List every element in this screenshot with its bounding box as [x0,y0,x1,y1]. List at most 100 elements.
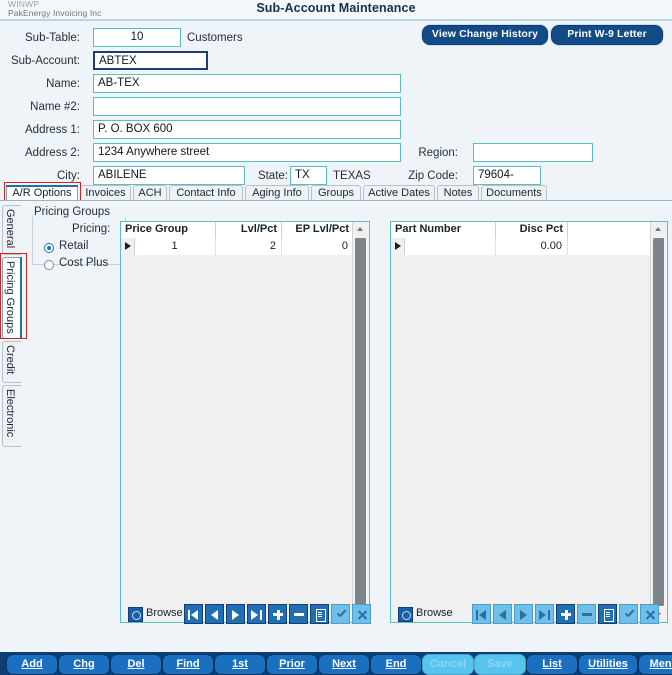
sub-account-field[interactable]: ABTEX [93,51,208,70]
side-tab-credit[interactable]: Credit [2,341,21,383]
side-tab-electronic[interactable]: Electronic [2,385,21,447]
menu-button[interactable]: Menu [638,654,672,675]
column-disc-pct: Disc Pct [496,222,568,238]
add-button[interactable]: Add [6,654,58,675]
nav-next-button[interactable] [514,604,533,624]
list-button-label: List [542,658,562,670]
cell-lvl-pct[interactable]: 2 [216,238,282,255]
nav-insert-button[interactable] [556,604,575,624]
part-navigator: Browse [396,604,666,624]
tab-contact-info[interactable]: Contact Info [169,185,243,201]
chg-button-label: Chg [73,658,95,670]
nav-last-button[interactable] [535,604,554,624]
save-button-label: Save [487,658,513,670]
del-button[interactable]: Del [110,654,162,675]
city-label: City: [57,170,80,182]
nav-first-button[interactable] [472,604,491,624]
part-grid[interactable]: Part Number Disc Pct 0.00 [390,221,668,623]
zip-label: Zip Code: [408,170,458,182]
part-grid-header: Part Number Disc Pct [391,222,651,239]
tab-aging-info[interactable]: Aging Info [245,185,309,201]
end-button-label: End [385,658,407,670]
table-row[interactable]: 1 2 0 [121,238,354,256]
tab-groups[interactable]: Groups [311,185,361,201]
nav-edit-button[interactable] [310,604,329,624]
title-strip: WINWP PakEnergy Invoicing Inc Sub-Accoun… [0,0,672,21]
region-label: Region: [418,147,458,159]
price-group-grid-body [121,255,353,622]
side-tab-general[interactable]: General [2,205,21,255]
first-button[interactable]: 1st [214,654,266,675]
state-description: TEXAS [333,170,371,182]
menu-button-label: Menu [649,658,672,670]
address2-field[interactable]: 1234 Anywhere street [93,143,401,162]
nav-next-button[interactable] [226,604,245,624]
side-tab-pricing-groups-label: Pricing Groups [4,261,16,334]
next-button[interactable]: Next [318,654,370,675]
tab-notes[interactable]: Notes [437,185,479,201]
sub-table-label: Sub-Table: [25,32,80,44]
add-button-label: Add [21,658,43,670]
part-browse-label: Browse [416,607,453,619]
view-change-history-button[interactable]: View Change History [422,25,548,45]
cell-ep-lvl-pct[interactable]: 0 [282,238,354,255]
name-field[interactable]: AB-TEX [93,74,401,93]
side-tab-credit-label: Credit [4,345,16,375]
sub-table-suffix: Customers [187,32,243,44]
nav-edit-button[interactable] [598,604,617,624]
radio-retail-label: Retail [59,240,89,252]
address1-field[interactable]: P. O. BOX 600 [93,120,401,139]
nav-cancel-button[interactable] [640,604,659,624]
nav-delete-button[interactable] [577,604,596,624]
list-button[interactable]: List [526,654,578,675]
cell-price-group[interactable]: 1 [134,238,216,255]
price-group-grid-scrollbar[interactable] [352,222,369,622]
cell-disc-pct[interactable]: 0.00 [496,238,568,255]
scroll-thumb[interactable] [355,238,366,606]
column-ep-lvl-pct: EP Lvl/Pct [282,222,354,238]
nav-delete-button[interactable] [289,604,308,624]
column-part-number: Part Number [391,222,496,238]
tab-active-dates[interactable]: Active Dates [363,185,435,201]
prior-button-label: Prior [279,658,305,670]
nav-cancel-button[interactable] [352,604,371,624]
sub-table-field[interactable]: 10 [93,28,181,47]
cancel-button-label: Cancel [429,658,467,670]
nav-prev-button[interactable] [493,604,512,624]
name-label: Name: [46,78,80,90]
print-w9-letter-button[interactable]: Print W-9 Letter [551,25,663,45]
nav-prev-button[interactable] [205,604,224,624]
nav-post-button[interactable] [619,604,638,624]
next-button-label: Next [332,658,356,670]
part-grid-scrollbar[interactable] [650,222,667,622]
sub-account-maintenance-window: WINWP PakEnergy Invoicing Inc Sub-Accoun… [0,0,672,675]
nav-post-button[interactable] [331,604,350,624]
side-tab-bar: General Pricing Groups Credit Electronic [0,201,28,641]
scroll-up-icon[interactable] [651,222,666,237]
nav-insert-button[interactable] [268,604,287,624]
save-button: Save [474,654,526,675]
nav-last-button[interactable] [247,604,266,624]
side-tab-pricing-groups[interactable]: Pricing Groups [2,257,22,339]
scroll-up-icon[interactable] [353,222,368,237]
cell-part-number[interactable] [404,238,496,255]
browse-icon [128,607,143,622]
name2-field[interactable] [93,97,401,116]
tab-ar-options[interactable]: A/R Options [6,185,78,201]
bottom-action-bar: Add Chg Del Find 1st Prior Next End Canc… [0,652,672,675]
end-button[interactable]: End [370,654,422,675]
prior-button[interactable]: Prior [266,654,318,675]
tab-invoices[interactable]: Invoices [80,185,131,201]
price-group-grid-header: Price Group Lvl/Pct EP Lvl/Pct [121,222,354,239]
utilities-button[interactable]: Utilities [578,654,638,675]
price-group-grid[interactable]: Price Group Lvl/Pct EP Lvl/Pct 1 2 0 [120,221,370,623]
chg-button[interactable]: Chg [58,654,110,675]
find-button[interactable]: Find [162,654,214,675]
table-row[interactable]: 0.00 [391,238,651,256]
scroll-thumb[interactable] [653,238,664,606]
page-title: Sub-Account Maintenance [256,1,416,15]
tab-ach[interactable]: ACH [133,185,167,201]
nav-first-button[interactable] [184,604,203,624]
tab-documents[interactable]: Documents [481,185,547,201]
region-field[interactable] [473,143,593,162]
